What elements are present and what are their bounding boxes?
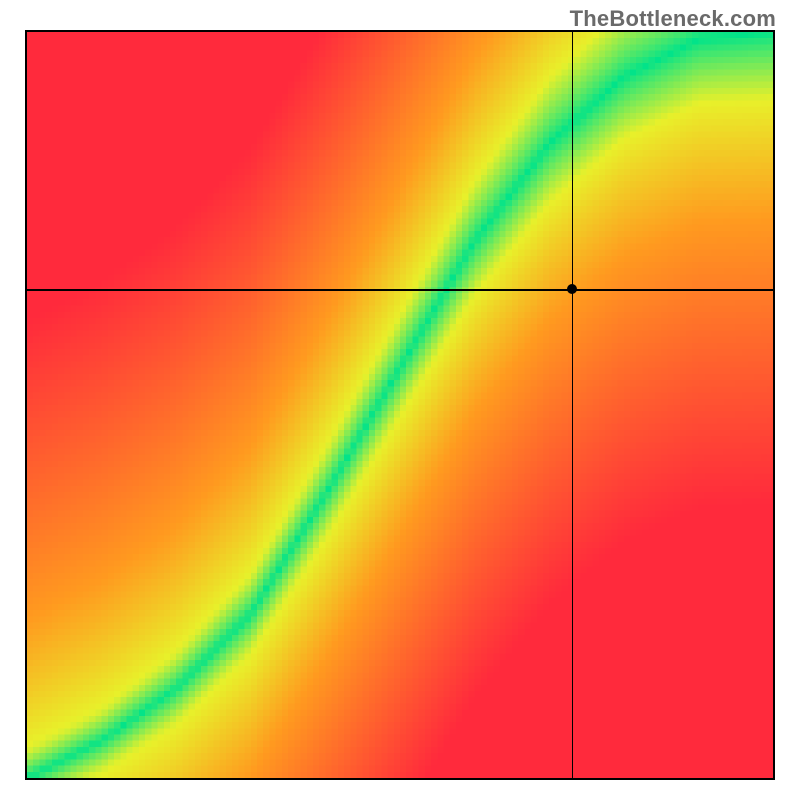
heatmap-canvas bbox=[27, 32, 773, 778]
crosshair-horizontal bbox=[27, 289, 773, 291]
crosshair-vertical bbox=[572, 32, 574, 778]
crosshair-marker bbox=[567, 284, 577, 294]
chart-container: TheBottleneck.com bbox=[0, 0, 800, 800]
plot-area bbox=[25, 30, 775, 780]
watermark-text: TheBottleneck.com bbox=[570, 6, 776, 32]
